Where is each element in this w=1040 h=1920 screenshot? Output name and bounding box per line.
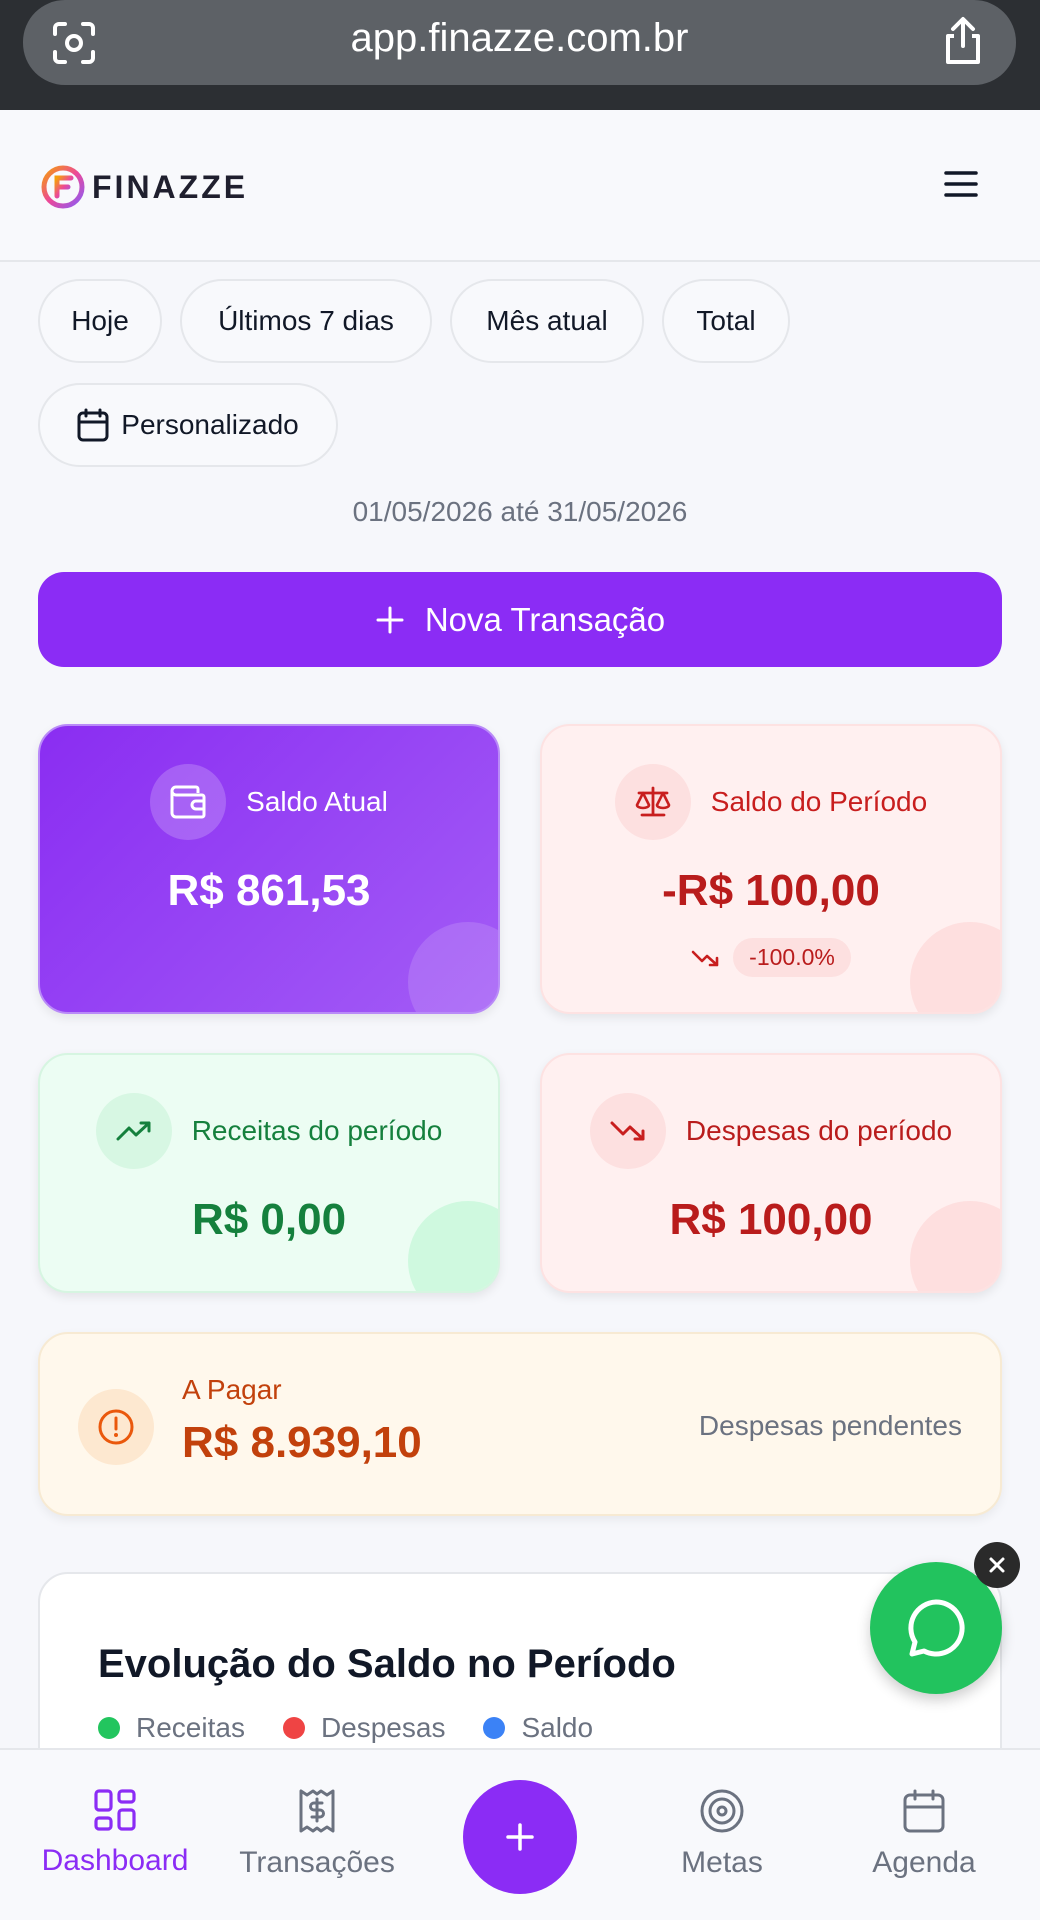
filter-current-month[interactable]: Mês atual (450, 279, 644, 363)
hamburger-menu-icon[interactable] (944, 170, 978, 198)
nav-dashboard[interactable]: Dashboard (15, 1788, 215, 1878)
legend-item-saldo[interactable]: Saldo (483, 1712, 593, 1744)
current-balance-card[interactable]: Saldo Atual R$ 861,53 (38, 724, 500, 1014)
card-title: Saldo do Período (710, 786, 928, 817)
nav-label: Transações (239, 1846, 395, 1879)
nav-transactions[interactable]: Transações (217, 1788, 417, 1880)
trending-up-icon-circle (95, 1093, 172, 1169)
nav-label: Dashboard (41, 1844, 189, 1877)
alert-circle-icon (98, 1409, 134, 1445)
payable-value: R$ 8.939,10 (182, 1418, 422, 1467)
add-transaction-fab[interactable] (463, 1780, 577, 1894)
calendar-icon (77, 408, 109, 442)
trending-down-icon-circle (589, 1093, 666, 1169)
plus-icon (376, 606, 404, 633)
period-balance-value: -R$ 100,00 (662, 866, 880, 915)
url-text[interactable]: app.finazze.com.br (23, 16, 1016, 61)
date-range: 01/05/2026 até 31/05/2026 (352, 496, 688, 527)
filter-custom[interactable]: Personalizado (38, 383, 338, 467)
nav-label: Agenda (872, 1846, 976, 1879)
plus-icon (506, 1823, 534, 1851)
calendar-icon (903, 1789, 945, 1833)
scale-icon (635, 786, 671, 817)
payable-card[interactable]: A Pagar R$ 8.939,10 Despesas pendentes (38, 1332, 1002, 1516)
new-transaction-button[interactable]: Nova Transação (38, 572, 1002, 667)
trending-up-icon (116, 1121, 151, 1141)
income-card[interactable]: Receitas do período R$ 0,00 (38, 1053, 500, 1293)
legend-item-despesas[interactable]: Despesas (282, 1712, 446, 1744)
card-title: Receitas do período (191, 1115, 443, 1146)
share-icon[interactable] (940, 16, 986, 66)
legend-label: Despesas (320, 1712, 446, 1743)
alert-icon-circle (78, 1389, 154, 1465)
receipt-icon (299, 1789, 335, 1833)
browser-bar: app.finazze.com.br (0, 0, 1040, 110)
card-title: Saldo Atual (246, 786, 388, 817)
trending-down-icon (691, 950, 719, 966)
wallet-icon (170, 785, 206, 819)
logo-text: FINAZZE (92, 168, 249, 205)
period-balance-card[interactable]: Saldo do Período -R$ 100,00 -100.0% (540, 724, 1002, 1014)
filter-last-7-days[interactable]: Últimos 7 dias (180, 279, 432, 363)
legend-label: Saldo (521, 1712, 594, 1743)
scale-icon-circle (614, 764, 691, 840)
legend-dot (282, 1717, 305, 1739)
legend-dot (483, 1717, 506, 1739)
card-title: Despesas do período (685, 1115, 953, 1146)
expenses-value: R$ 100,00 (669, 1195, 873, 1244)
chat-bubble-icon (908, 1599, 965, 1657)
trending-down-icon (610, 1121, 645, 1141)
logo-mark-icon (41, 165, 85, 209)
payable-label: A Pagar (182, 1374, 282, 1405)
legend-dot (98, 1717, 120, 1739)
wallet-icon-circle (150, 764, 227, 840)
current-balance-value: R$ 861,53 (167, 866, 371, 915)
finazze-logo[interactable]: FINAZZE (40, 164, 248, 210)
payable-note: Despesas pendentes (698, 1410, 962, 1441)
card-decoration (408, 922, 498, 1012)
nav-label: Metas (681, 1846, 763, 1879)
change-badge: -100.0% (733, 938, 851, 977)
chart-legend: Receitas Despesas Saldo (98, 1712, 593, 1744)
address-bar[interactable]: app.finazze.com.br (23, 0, 1016, 85)
target-icon (700, 1789, 744, 1833)
filter-today[interactable]: Hoje (38, 279, 162, 363)
bottom-navigation: Dashboard Transações Metas Agenda (0, 1748, 1040, 1920)
filter-total[interactable]: Total (662, 279, 790, 363)
app-header: FINAZZE (0, 110, 1040, 262)
legend-label: Receitas (136, 1712, 245, 1743)
filter-custom-label: Personalizado (121, 409, 299, 440)
close-whatsapp-button[interactable] (974, 1542, 1020, 1588)
dashboard-icon (94, 1789, 136, 1831)
chart-title: Evolução do Saldo no Período (98, 1642, 676, 1686)
income-value: R$ 0,00 (191, 1195, 347, 1244)
nav-goals[interactable]: Metas (622, 1788, 822, 1880)
close-icon (989, 1557, 1005, 1573)
nav-agenda[interactable]: Agenda (824, 1788, 1024, 1880)
new-transaction-label: Nova Transação (424, 600, 666, 638)
expenses-card[interactable]: Despesas do período R$ 100,00 (540, 1053, 1002, 1293)
legend-item-receitas[interactable]: Receitas (98, 1712, 245, 1744)
